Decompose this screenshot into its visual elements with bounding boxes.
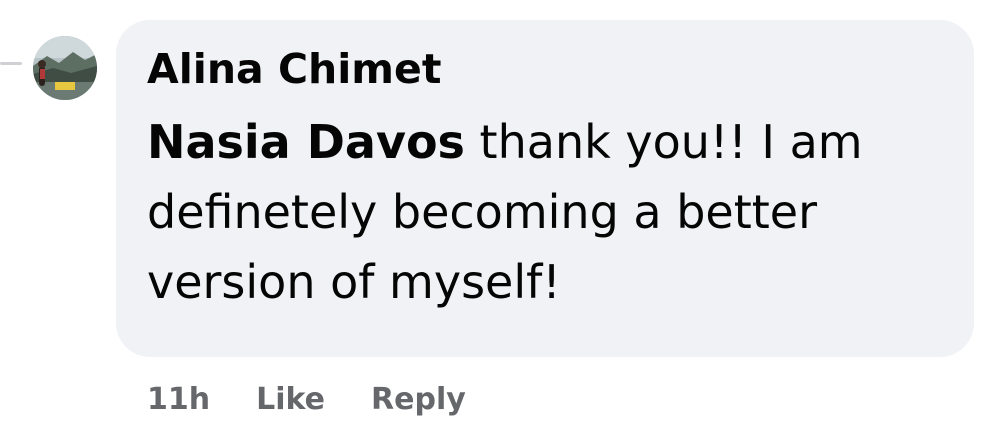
mention-link[interactable]: Nasia Davos bbox=[147, 115, 465, 169]
comment-author-name[interactable]: Alina Chimet bbox=[147, 43, 441, 95]
like-button[interactable]: Like bbox=[256, 378, 325, 422]
comment-actions: 11h Like Reply bbox=[147, 378, 466, 422]
reply-thread-line bbox=[0, 62, 22, 65]
comment-body: Nasia Davos thank you!! I am definetely … bbox=[147, 107, 957, 317]
comment-timestamp[interactable]: 11h bbox=[147, 378, 210, 422]
reply-button[interactable]: Reply bbox=[371, 378, 466, 422]
user-avatar-photo-icon bbox=[33, 36, 97, 100]
comment-item: Alina Chimet Nasia Davos thank you!! I a… bbox=[0, 0, 1000, 433]
avatar[interactable] bbox=[33, 36, 97, 100]
